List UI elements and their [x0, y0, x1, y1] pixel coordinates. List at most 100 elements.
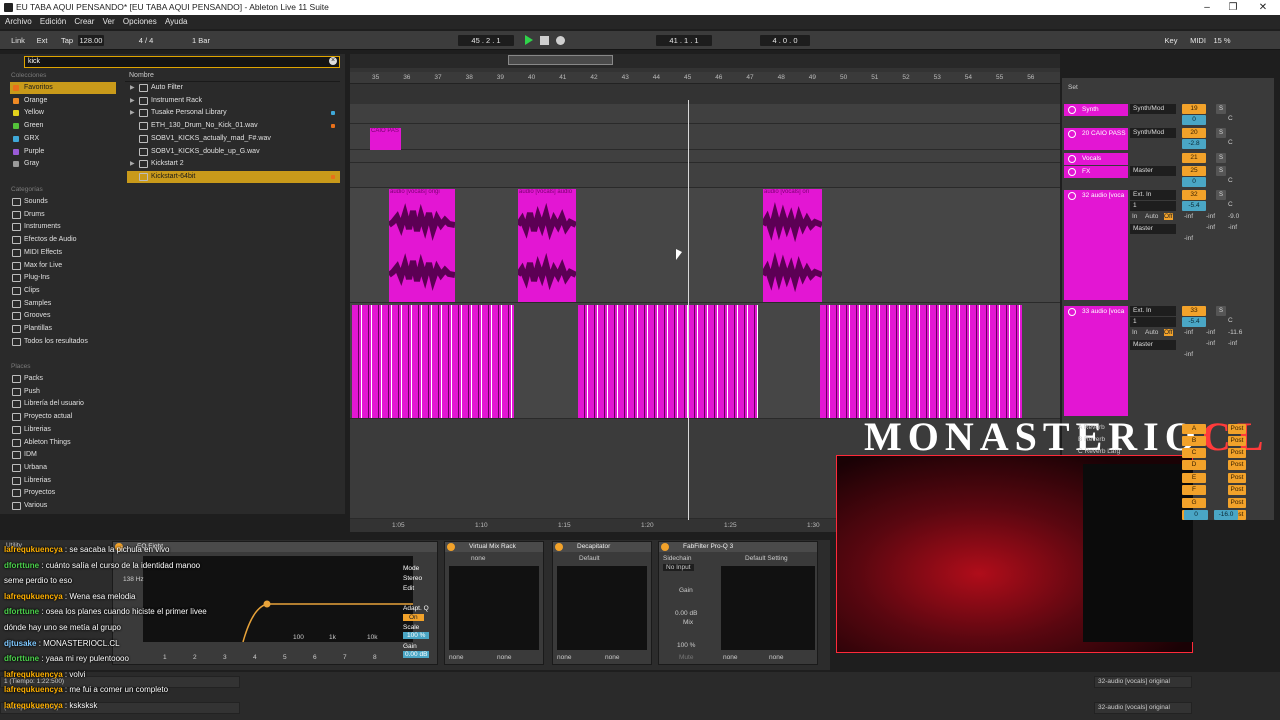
file-kickstart-64bit[interactable]: Kickstart-64bit — [127, 170, 340, 183]
return-letter[interactable]: B — [1182, 436, 1206, 446]
track-volume[interactable]: -2.8 — [1182, 139, 1206, 149]
track-number[interactable]: 32 — [1182, 190, 1206, 200]
file-eth-130-drum-no-kick-01-wav[interactable]: ETH_130_Drum_No_Kick_01.wav — [127, 120, 340, 132]
track-fold-icon[interactable] — [1068, 192, 1076, 200]
monitor-in-button[interactable]: In — [1132, 329, 1137, 336]
send-value[interactable]: -inf — [1184, 213, 1193, 220]
power-icon[interactable] — [555, 543, 563, 551]
gain-value[interactable]: 0.00 dB — [675, 610, 697, 617]
power-icon[interactable] — [661, 543, 669, 551]
expand-arrow-icon[interactable]: ▶ — [130, 82, 135, 94]
file-instrument-rack[interactable]: ▶ Instrument Rack — [127, 95, 340, 107]
link-button[interactable]: Link — [8, 35, 28, 46]
post-button[interactable]: Post — [1228, 472, 1246, 483]
track-fold-icon[interactable] — [1068, 168, 1076, 176]
post-button[interactable]: Post — [1228, 485, 1246, 495]
track-fold-icon[interactable] — [1068, 155, 1076, 163]
menu-ver[interactable]: Ver — [103, 17, 115, 26]
stop-icon[interactable] — [540, 36, 549, 45]
collection-gray[interactable]: Gray — [10, 158, 116, 170]
browser-search-input[interactable]: kick — [24, 56, 340, 68]
category-instruments[interactable]: Instruments — [10, 221, 116, 233]
track-routing-select[interactable]: Master — [1130, 166, 1176, 176]
device-decapitator[interactable]: Decapitator Default none none — [552, 541, 652, 665]
collection-grx[interactable]: GRX — [10, 133, 116, 145]
pan-value[interactable]: C — [1228, 201, 1233, 208]
file-auto-filter[interactable]: ▶ Auto Filter — [127, 82, 340, 94]
tap-tempo-button[interactable]: Tap — [58, 35, 76, 46]
place-packs[interactable]: Packs — [10, 373, 116, 385]
category-clips[interactable]: Clips — [10, 285, 116, 297]
decap-a[interactable]: none — [557, 654, 571, 661]
mix-value[interactable]: 100 % — [677, 642, 695, 649]
track-number[interactable]: 25 — [1182, 166, 1206, 176]
track-volume[interactable]: 0 — [1182, 177, 1206, 187]
vmr-b[interactable]: none — [497, 654, 511, 661]
file-sobv1-kicks-actually-mad-f-wav[interactable]: SOBV1_KICKS_actually_mad_F#.wav — [127, 133, 340, 145]
collection-favoritos[interactable]: Favoritos — [10, 82, 116, 94]
name-column-header[interactable]: Nombre — [125, 70, 340, 82]
solo-button[interactable]: S — [1216, 306, 1226, 316]
place-idm[interactable]: IDM — [10, 449, 116, 461]
lane-32-audio[interactable] — [350, 188, 1060, 303]
post-button[interactable]: Post — [1228, 460, 1246, 470]
pan-value[interactable]: C — [1228, 177, 1233, 184]
mute-button[interactable]: Mute — [679, 654, 693, 661]
clip-vocals-b[interactable]: audio [vocals] audio — [518, 189, 576, 302]
menu-opciones[interactable]: Opciones — [123, 17, 157, 26]
send-value[interactable]: -inf — [1206, 213, 1215, 220]
time-signature-field[interactable]: 4 / 4 — [134, 35, 158, 46]
expand-arrow-icon[interactable]: ▶ — [130, 158, 135, 170]
clear-search-icon[interactable]: × — [329, 57, 337, 65]
lane-vocals[interactable] — [350, 150, 1060, 163]
track-volume[interactable]: -5.4 — [1182, 317, 1206, 327]
send-value[interactable]: -inf — [1206, 224, 1215, 231]
place-proyectos[interactable]: Proyectos — [10, 487, 116, 499]
clip-vocals-a[interactable]: audio [vocals] origi — [389, 189, 455, 302]
loop-length-field[interactable]: 4 . 0 . 0 — [760, 35, 810, 46]
midi-map-button[interactable]: MIDI — [1188, 35, 1208, 46]
clip-33-a[interactable] — [352, 305, 514, 418]
place-various[interactable]: Various — [10, 500, 116, 512]
pan-value[interactable]: C — [1228, 317, 1233, 324]
collection-orange[interactable]: Orange — [10, 95, 116, 107]
output-select[interactable]: Master — [1130, 224, 1176, 234]
track-header-synth[interactable]: Synth — [1064, 104, 1128, 116]
clip-33-c[interactable] — [820, 305, 1022, 418]
track-number[interactable]: 20 — [1182, 128, 1206, 138]
eq-band-8[interactable]: 8 — [373, 654, 377, 661]
place-librer-a-del-usuario[interactable]: Librería del usuario — [10, 398, 116, 410]
vmr-a[interactable]: none — [449, 654, 463, 661]
device-fabfilter-pro-q3[interactable]: FabFilter Pro-Q 3 Sidechain No Input Gai… — [658, 541, 818, 665]
return-c-reverb-larg[interactable]: C Reverb Larg — [1078, 448, 1120, 455]
tempo-field[interactable]: 128.00 — [78, 35, 104, 46]
send-value[interactable]: -inf — [1228, 224, 1237, 231]
category-efectos-de-audio[interactable]: Efectos de Audio — [10, 234, 116, 246]
decap-b[interactable]: none — [605, 654, 619, 661]
return-letter[interactable]: D — [1182, 460, 1206, 470]
solo-button[interactable]: S — [1216, 104, 1226, 114]
monitor-in-button[interactable]: In — [1132, 213, 1137, 220]
eq-adapt-toggle[interactable]: On — [403, 614, 424, 621]
track-volume[interactable]: 0 — [1182, 115, 1206, 125]
ext-sync-button[interactable]: Ext — [34, 35, 50, 46]
place-librerias[interactable]: Librerias — [10, 424, 116, 436]
input-channel-select[interactable]: 1 — [1130, 317, 1176, 327]
eq-band-7[interactable]: 7 — [343, 654, 347, 661]
menu-archivo[interactable]: Archivo — [5, 17, 32, 26]
collection-yellow[interactable]: Yellow — [10, 107, 116, 119]
expand-arrow-icon[interactable]: ▶ — [130, 95, 135, 107]
eq-gain-field[interactable]: 0.00 dB — [403, 651, 430, 658]
return-letter[interactable]: F — [1182, 485, 1206, 495]
arrangement-overview[interactable] — [350, 54, 1060, 68]
send-value[interactable]: -inf — [1206, 329, 1215, 336]
collection-green[interactable]: Green — [10, 120, 116, 132]
send-value[interactable]: -9.0 — [1228, 213, 1239, 220]
file-tusake-personal-library[interactable]: ▶ Tusake Personal Library — [127, 107, 340, 119]
send-value[interactable]: -11.6 — [1228, 329, 1242, 336]
clip-vocals-c[interactable]: audio [vocals] ori — [763, 189, 822, 302]
return-letter[interactable]: C — [1182, 448, 1206, 458]
track-number[interactable]: 21 — [1182, 153, 1206, 163]
monitor-auto-button[interactable]: Auto — [1145, 213, 1158, 220]
solo-button[interactable]: S — [1216, 166, 1226, 176]
